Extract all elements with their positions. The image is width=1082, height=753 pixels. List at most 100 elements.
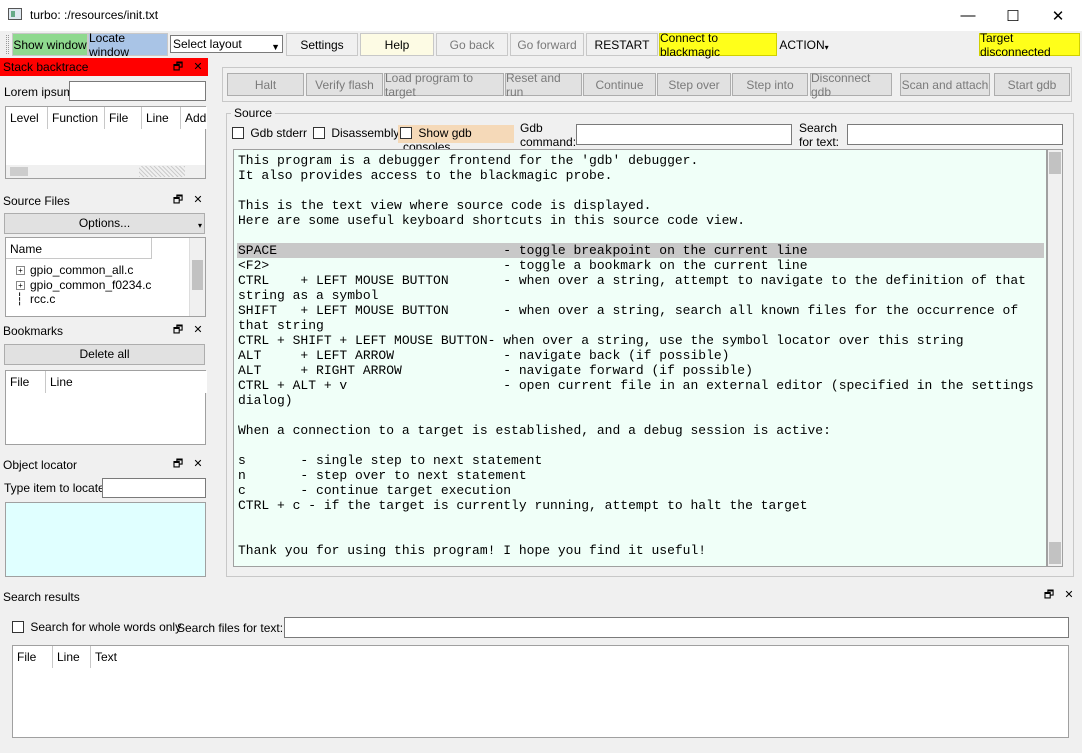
whole-words-checkbox[interactable] <box>12 621 24 633</box>
disassembly-checkbox[interactable] <box>313 127 325 139</box>
source-line: dialog) <box>238 393 293 408</box>
search-files-label: Search files for text: <box>177 621 284 635</box>
continue-button[interactable]: Continue <box>583 73 656 96</box>
halt-button[interactable]: Halt <box>227 73 304 96</box>
scroll-thumb-top[interactable] <box>1049 152 1061 174</box>
action-label: ACTION <box>779 37 825 52</box>
title-bar: turbo: :/resources/init.txt — ☐ ✕ <box>0 0 1082 31</box>
scroll-thumb[interactable] <box>192 260 203 290</box>
source-view[interactable]: This program is a debugger frontend for … <box>233 149 1047 567</box>
bookmarks-table: File Line <box>5 370 207 445</box>
expand-icon[interactable]: + <box>16 281 25 291</box>
vertical-scrollbar[interactable] <box>189 238 205 316</box>
help-button[interactable]: Help <box>360 33 434 56</box>
start-gdb-button[interactable]: Start gdb <box>994 73 1070 96</box>
search-text-input[interactable] <box>847 124 1063 145</box>
show-gdb-consoles-checkbox[interactable] <box>400 127 412 139</box>
locator-results[interactable] <box>5 502 206 577</box>
action-arrow-icon: ▾ <box>824 42 829 52</box>
col-text[interactable]: Text <box>91 646 1068 668</box>
source-line: Thank you for using this program! I hope… <box>238 543 707 558</box>
col-line[interactable]: Line <box>53 646 91 668</box>
source-line: n - step over to next statement <box>238 468 527 483</box>
lorem-input[interactable] <box>69 81 206 101</box>
settings-button[interactable]: Settings <box>286 33 358 56</box>
source-line: <F2> - toggle a bookmark on the current … <box>238 258 808 273</box>
col-file[interactable]: File <box>105 107 142 129</box>
float-icon[interactable]: 🗗 <box>171 193 185 207</box>
close-icon[interactable]: ✕ <box>191 193 205 207</box>
stack-table: Level Function File Line Add <box>5 106 207 179</box>
layout-select[interactable]: Select layout ▼ <box>170 35 283 53</box>
locate-window-button[interactable]: Locate window <box>88 31 168 59</box>
bookmarks-title: Bookmarks <box>3 324 64 338</box>
source-files-title: Source Files <box>3 194 70 208</box>
float-icon[interactable]: 🗗 <box>171 457 185 471</box>
source-vertical-scrollbar[interactable] <box>1047 149 1063 567</box>
disassembly-label: Disassembly <box>331 126 400 140</box>
source-line: string as a symbol <box>238 288 379 303</box>
gdb-stderr-checkbox[interactable] <box>232 127 244 139</box>
minimize-button[interactable]: — <box>945 0 991 31</box>
col-level[interactable]: Level <box>6 107 48 129</box>
tree-item[interactable]: ┆ rcc.c <box>16 292 55 306</box>
float-icon[interactable]: 🗗 <box>171 60 185 74</box>
close-icon[interactable]: ✕ <box>191 60 205 74</box>
restart-button[interactable]: RESTART <box>586 33 658 56</box>
float-icon[interactable]: 🗗 <box>1042 588 1056 602</box>
action-menu[interactable]: ACTION ▾ <box>779 33 829 56</box>
scan-and-attach-button[interactable]: Scan and attach <box>900 73 990 96</box>
close-icon[interactable]: ✕ <box>191 323 205 337</box>
verify-flash-button[interactable]: Verify flash <box>306 73 383 96</box>
disconnect-gdb-button[interactable]: Disconnect gdb <box>810 71 892 99</box>
delete-all-button[interactable]: Delete all <box>4 344 205 365</box>
col-function[interactable]: Function <box>48 107 105 129</box>
go-forward-button[interactable]: Go forward <box>510 33 584 56</box>
show-gdb-consoles-option[interactable]: Show gdb consoles <box>398 125 514 154</box>
float-icon[interactable]: 🗗 <box>171 323 185 337</box>
scroll-thumb[interactable] <box>10 167 28 176</box>
locate-input[interactable] <box>102 478 206 498</box>
source-line: CTRL + LEFT MOUSE BUTTON - when over a s… <box>238 273 1026 288</box>
tree-item[interactable]: + gpio_common_f0234.c <box>16 278 151 292</box>
go-back-button[interactable]: Go back <box>436 33 508 56</box>
col-name[interactable]: Name <box>6 238 152 259</box>
close-icon[interactable]: ✕ <box>191 457 205 471</box>
source-line: SHIFT + LEFT MOUSE BUTTON - when over a … <box>238 303 1019 318</box>
options-button[interactable]: Options... ▾ <box>4 213 205 234</box>
layout-select-value: Select layout <box>173 37 242 51</box>
source-line-highlighted: SPACE - toggle breakpoint on the current… <box>237 243 1044 258</box>
step-into-button[interactable]: Step into <box>732 73 808 96</box>
horizontal-scrollbar[interactable] <box>6 165 205 178</box>
tree-item[interactable]: + gpio_common_all.c <box>16 263 133 277</box>
disassembly-option[interactable]: Disassembly <box>313 126 400 142</box>
source-group-title: Source <box>231 106 276 120</box>
col-line[interactable]: Line <box>142 107 181 129</box>
col-line[interactable]: Line <box>46 371 207 393</box>
locate-label: Type item to locate <box>4 481 105 495</box>
gdb-command-input[interactable] <box>576 124 792 145</box>
search-results-title: Search results <box>3 590 80 604</box>
gdb-stderr-option[interactable]: Gdb stderr <box>232 126 307 142</box>
whole-words-option[interactable]: Search for whole words only <box>12 620 181 636</box>
close-icon[interactable]: ✕ <box>1062 588 1076 602</box>
chevron-down-icon: ▼ <box>271 42 280 52</box>
reset-and-run-button[interactable]: Reset and run <box>505 71 582 99</box>
load-program-button[interactable]: Load program to target <box>384 71 504 99</box>
source-line: ALT + LEFT ARROW - navigate back (if pos… <box>238 348 730 363</box>
expand-icon[interactable]: + <box>16 266 25 276</box>
col-address[interactable]: Add <box>181 107 207 129</box>
scroll-thumb-bottom[interactable] <box>1049 542 1061 564</box>
col-file[interactable]: File <box>6 371 46 393</box>
search-results-table: File Line Text <box>12 645 1069 738</box>
maximize-button[interactable]: ☐ <box>990 0 1036 31</box>
search-files-input[interactable] <box>284 617 1069 638</box>
col-file[interactable]: File <box>13 646 53 668</box>
close-button[interactable]: ✕ <box>1035 0 1081 31</box>
app-icon <box>8 8 22 20</box>
gdb-command-label: Gdb command: <box>520 121 577 149</box>
connect-blackmagic-button[interactable]: Connect to blackmagic <box>659 31 777 59</box>
step-over-button[interactable]: Step over <box>657 73 731 96</box>
source-line: This program is a debugger frontend for … <box>238 153 699 168</box>
show-window-button[interactable]: Show window <box>12 33 88 56</box>
